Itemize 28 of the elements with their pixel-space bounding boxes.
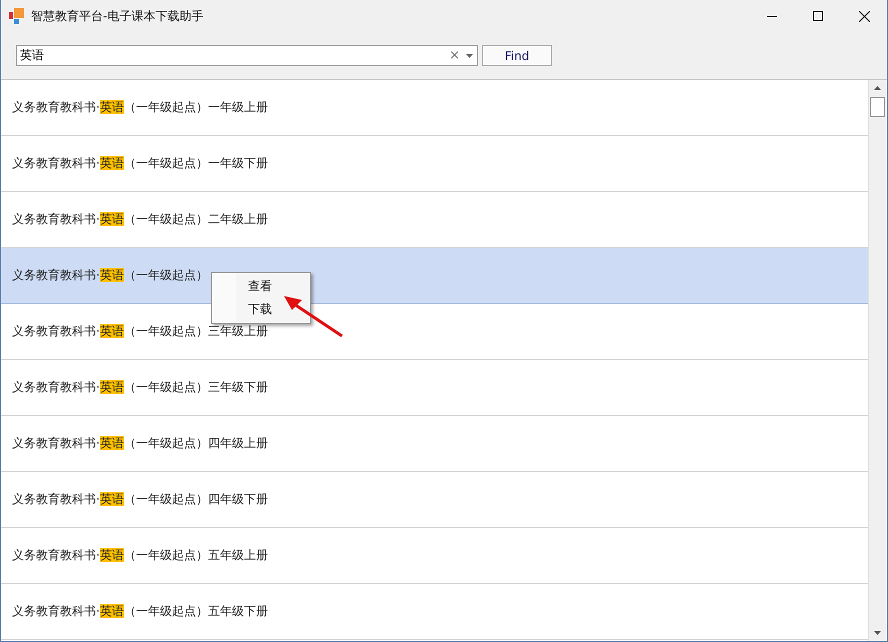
list-item[interactable]: 义务教育教科书·英语（一年级起点）五年级下册 [1, 584, 868, 640]
window-title: 智慧教育平台-电子课本下载助手 [31, 8, 204, 24]
find-button[interactable]: Find [482, 45, 552, 66]
list-item[interactable]: 义务教育教科书·英语（一年级起点）五年级上册 [1, 528, 868, 584]
book-title: 义务教育教科书·英语（一年级起点）二年级上册 [12, 211, 268, 228]
list-item[interactable]: 义务教育教科书·英语（一年级起点）一年级下册 [1, 136, 868, 192]
list-item[interactable]: 义务教育教科书·英语（一年级起点）四年级上册 [1, 416, 868, 472]
dropdown-icon[interactable] [466, 54, 473, 58]
close-icon [858, 10, 870, 22]
book-title: 义务教育教科书·英语（一年级起点）五年级上册 [12, 547, 268, 564]
book-title: 义务教育教科书·英语（一年级起点） [12, 267, 208, 284]
book-title: 义务教育教科书·英语（一年级起点）一年级上册 [12, 99, 268, 116]
maximize-icon [813, 11, 823, 21]
list-item[interactable]: 义务教育教科书·英语（一年级起点）四年级下册 [1, 472, 868, 528]
search-field[interactable]: 英语 × [16, 45, 478, 66]
book-title: 义务教育教科书·英语（一年级起点）一年级下册 [12, 155, 268, 172]
list-item[interactable]: 义务教育教科书·英语（一年级起点）一年级上册 [1, 80, 868, 136]
clear-icon[interactable]: × [449, 48, 460, 63]
list-item[interactable]: 义务教育教科书·英语（一年级起点）三年级下册 [1, 360, 868, 416]
scrollbar[interactable] [868, 80, 886, 641]
book-title: 义务教育教科书·英语（一年级起点）四年级上册 [12, 435, 268, 452]
menu-item[interactable]: 查看 [212, 275, 310, 298]
book-title: 义务教育教科书·英语（一年级起点）三年级下册 [12, 379, 268, 396]
scrollbar-thumb[interactable] [870, 97, 885, 117]
app-logo-icon [9, 8, 25, 24]
book-title: 义务教育教科书·英语（一年级起点）三年级上册 [12, 323, 268, 340]
book-title: 义务教育教科书·英语（一年级起点）五年级下册 [12, 603, 268, 620]
book-title: 义务教育教科书·英语（一年级起点）四年级下册 [12, 491, 268, 508]
